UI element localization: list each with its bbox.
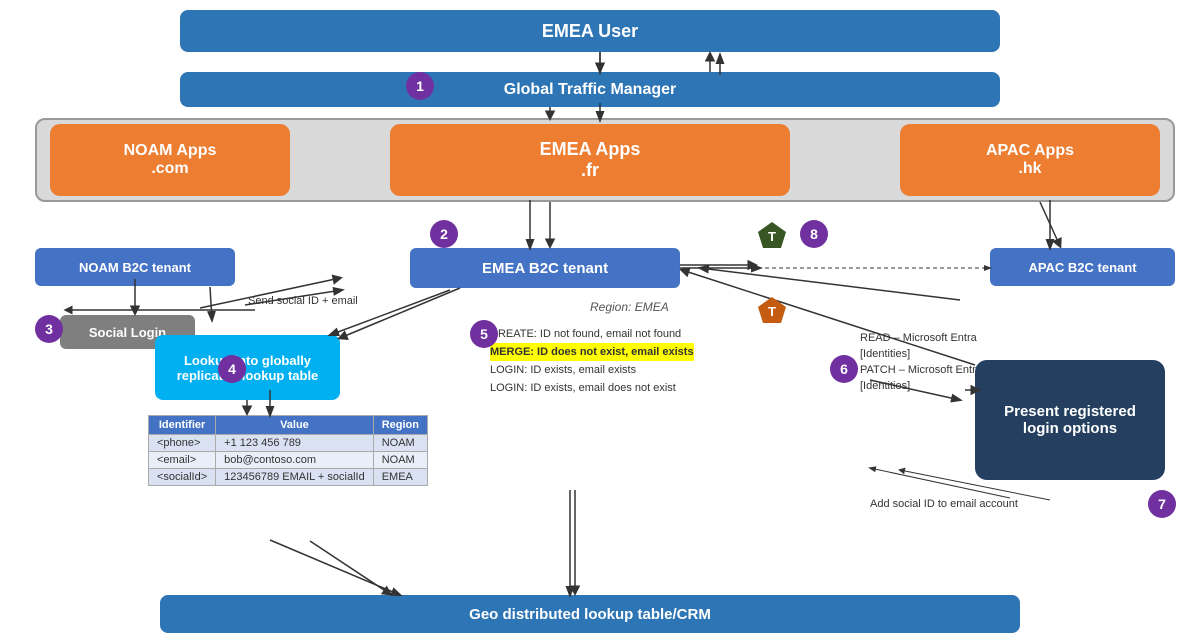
noam-b2c-box: NOAM B2C tenant [35,248,235,286]
badge-7: 7 [1148,490,1176,518]
diagram: EMEA User 1 Global Traffic Manager NOAM … [0,0,1200,643]
table-row: <phone> +1 123 456 789 NOAM [149,435,428,452]
badge-1: 1 [406,72,434,100]
send-social-label: Send social ID + email [248,295,358,307]
emea-apps-box: EMEA Apps .fr [390,124,790,196]
badge-2: 2 [430,220,458,248]
present-login-box: Present registered login options [975,360,1165,480]
social-arrow-svg [60,295,260,325]
apac-apps-box: APAC Apps .hk [900,124,1160,196]
apac-b2c-box: APAC B2C tenant [990,248,1175,286]
login1-label: LOGIN: ID exists, email exists [490,361,694,379]
gtm-box: Global Traffic Manager [180,72,1000,107]
lookup-data-table: Identifier Value Region <phone> +1 123 4… [148,415,428,486]
svg-text:T: T [768,229,776,244]
svg-text:T: T [768,304,776,319]
col-value: Value [216,416,374,435]
badge-3: 3 [35,315,63,343]
login2-label: LOGIN: ID exists, email does not exist [490,379,694,397]
col-region: Region [373,416,427,435]
geo-crm-box: Geo distributed lookup table/CRM [160,595,1020,633]
green-pentagon-icon: T [756,220,788,252]
step5-labels: CREATE: ID not found, email not found ME… [490,325,694,397]
emea-user-box: EMEA User [180,10,1000,52]
col-identifier: Identifier [149,416,216,435]
merge-label: MERGE: ID does not exist, email exists [490,343,694,361]
noam-apps-box: NOAM Apps .com [50,124,290,196]
table-row: <email> bob@contoso.com NOAM [149,452,428,469]
badge-6: 6 [830,355,858,383]
badge-8: 8 [800,220,828,248]
emea-b2c-box: EMEA B2C tenant [410,248,680,288]
badge-4: 4 [218,355,246,383]
orange-pentagon-icon: T [756,295,788,327]
add-social-label: Add social ID to email account [870,498,1018,510]
create-label: CREATE: ID not found, email not found [490,325,694,343]
table-row: <socialId> 123456789 EMAIL + socialId EM… [149,469,428,486]
badge-5: 5 [470,320,498,348]
lookup-table-box: Lookup into globally replicated lookup t… [155,335,340,400]
region-emea-label: Region: EMEA [590,300,669,314]
